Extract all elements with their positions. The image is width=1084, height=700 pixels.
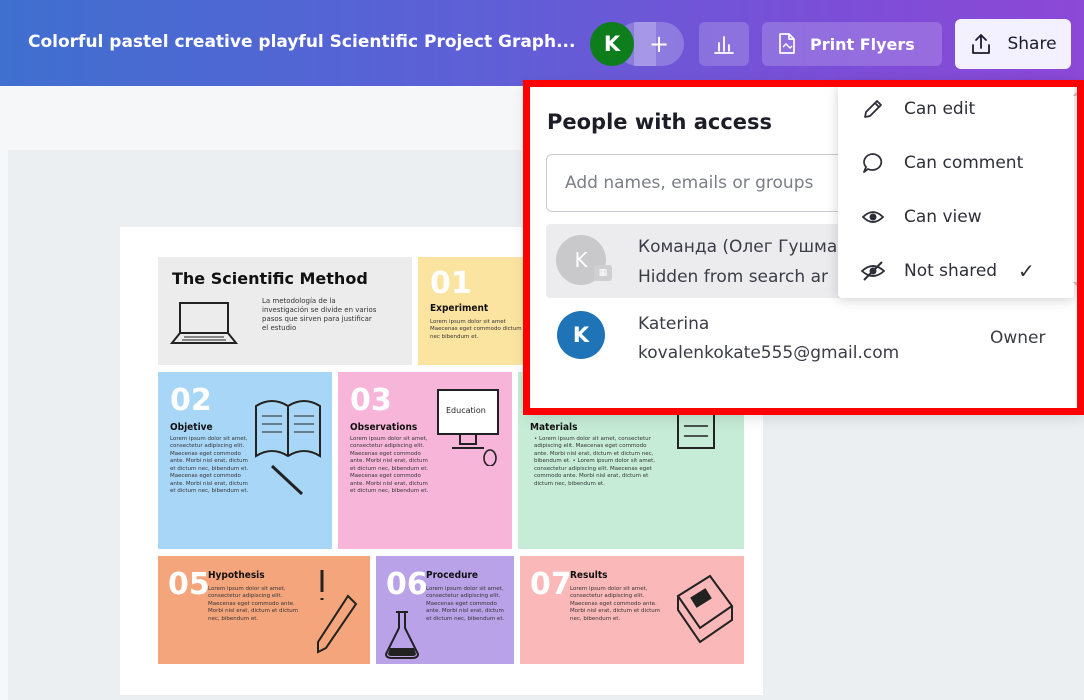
add-collaborator-button[interactable]: + xyxy=(634,22,684,66)
comment-icon xyxy=(858,148,888,178)
permission-can-edit[interactable]: Can edit xyxy=(838,86,1068,132)
insights-button[interactable] xyxy=(699,22,749,66)
pencil-drawing-icon xyxy=(317,570,358,654)
owner-email: kovalenkokate555@gmail.com xyxy=(638,343,900,363)
share-label: Share xyxy=(1007,34,1057,54)
card-number: 01 xyxy=(430,266,472,301)
upload-share-icon xyxy=(972,34,991,54)
owner-avatar: K xyxy=(557,311,605,359)
team-visibility: Hidden from search ar xyxy=(638,267,828,287)
permission-can-comment[interactable]: Can comment xyxy=(838,140,1068,186)
card-text: Lorem ipsum dolor sit amet, consectetur … xyxy=(208,586,299,622)
laptop-icon xyxy=(170,302,239,344)
screen-label: Education xyxy=(446,406,486,415)
card-title: Observations xyxy=(350,422,418,433)
owner-role: Owner xyxy=(990,328,1046,348)
card-title: Hypothesis xyxy=(208,570,265,581)
flask-icon xyxy=(384,611,420,659)
print-document-icon xyxy=(779,33,795,54)
card-number: 05 xyxy=(168,567,210,602)
pencil-icon xyxy=(858,94,888,124)
eye-off-icon xyxy=(858,256,888,286)
card-experiment: 01 Experiment Lorem ipsum dolor sit amet… xyxy=(418,257,530,365)
card-text: Lorem ipsum dolor sit amet, consectetur … xyxy=(570,586,661,622)
permission-label: Not shared xyxy=(904,261,998,281)
owner-name: Katerina xyxy=(638,314,710,334)
bar-chart-icon xyxy=(714,36,734,54)
add-people-input[interactable]: Add names, emails or groups xyxy=(546,154,876,212)
book-icon xyxy=(255,400,321,496)
card-number: 02 xyxy=(170,383,212,418)
infographic-intro: La metodología de la investigación se di… xyxy=(262,297,377,333)
team-avatar-initial: K xyxy=(574,248,588,272)
card-text: Lorem ipsum dolor sit amet, consectetur … xyxy=(170,436,249,494)
card-title: Procedure xyxy=(426,570,479,581)
print-flyers-label: Print Flyers xyxy=(810,34,915,54)
card-title: Experiment xyxy=(430,303,489,314)
permission-label: Can comment xyxy=(904,153,1024,173)
card-text: Lorem ipsum dolor sit amet, consectetur … xyxy=(350,436,429,494)
card-title: Materials xyxy=(530,422,578,433)
card-procedure: 06 Procedure Lorem ipsum dolor sit amet,… xyxy=(376,556,514,664)
card-text: Lorem ipsum dolor sit amet Maecenas eget… xyxy=(430,319,522,340)
permission-label: Can view xyxy=(904,207,982,227)
people-with-access-heading: People with access xyxy=(547,110,773,134)
permission-not-shared[interactable]: Not shared ✓ xyxy=(838,248,1068,294)
card-text: • Lorem ipsum dolor sit amet, consectetu… xyxy=(534,436,656,487)
permission-label: Can edit xyxy=(904,99,976,119)
user-avatar[interactable]: K xyxy=(590,22,634,66)
top-toolbar: Colorful pastel creative playful Scienti… xyxy=(0,0,1084,86)
team-folder-icon: ▦ xyxy=(594,265,612,281)
title-card: The Scientific Method La metodología de … xyxy=(158,257,412,365)
checklist-icon xyxy=(677,413,715,449)
selected-check-icon: ✓ xyxy=(1018,259,1035,283)
permission-dropdown: Can edit Can comment Can view Not shared… xyxy=(838,84,1074,298)
card-hypothesis: 05 Hypothesis Lorem ipsum dolor sit amet… xyxy=(158,556,370,664)
share-button[interactable]: Share xyxy=(955,19,1071,69)
infographic-title: The Scientific Method xyxy=(172,269,368,288)
card-results: 07 Results Lorem ipsum dolor sit amet, c… xyxy=(520,556,744,664)
team-avatar: K ▦ xyxy=(556,235,612,285)
card-title: Objetive xyxy=(170,422,213,433)
permission-can-view[interactable]: Can view xyxy=(838,194,1068,240)
card-number: 07 xyxy=(530,567,572,602)
card-observations: 03 Observations Lorem ipsum dolor sit am… xyxy=(338,372,512,549)
dropdown-scrollbar[interactable] xyxy=(1072,86,1080,296)
card-title: Results xyxy=(570,570,608,581)
team-name: Команда (Олег Гушма xyxy=(638,237,838,257)
document-title[interactable]: Colorful pastel creative playful Scienti… xyxy=(28,32,575,52)
card-text: Lorem ipsum dolor sit amet, consectetur … xyxy=(426,586,505,622)
eye-icon xyxy=(858,202,888,232)
computer-screen-icon xyxy=(437,389,499,466)
card-objective: 02 Objetive Lorem ipsum dolor sit amet, … xyxy=(158,372,332,549)
card-number: 06 xyxy=(386,567,428,602)
stacked-book-icon xyxy=(676,574,734,644)
print-flyers-button[interactable]: Print Flyers xyxy=(762,22,942,66)
card-number: 03 xyxy=(350,383,392,418)
